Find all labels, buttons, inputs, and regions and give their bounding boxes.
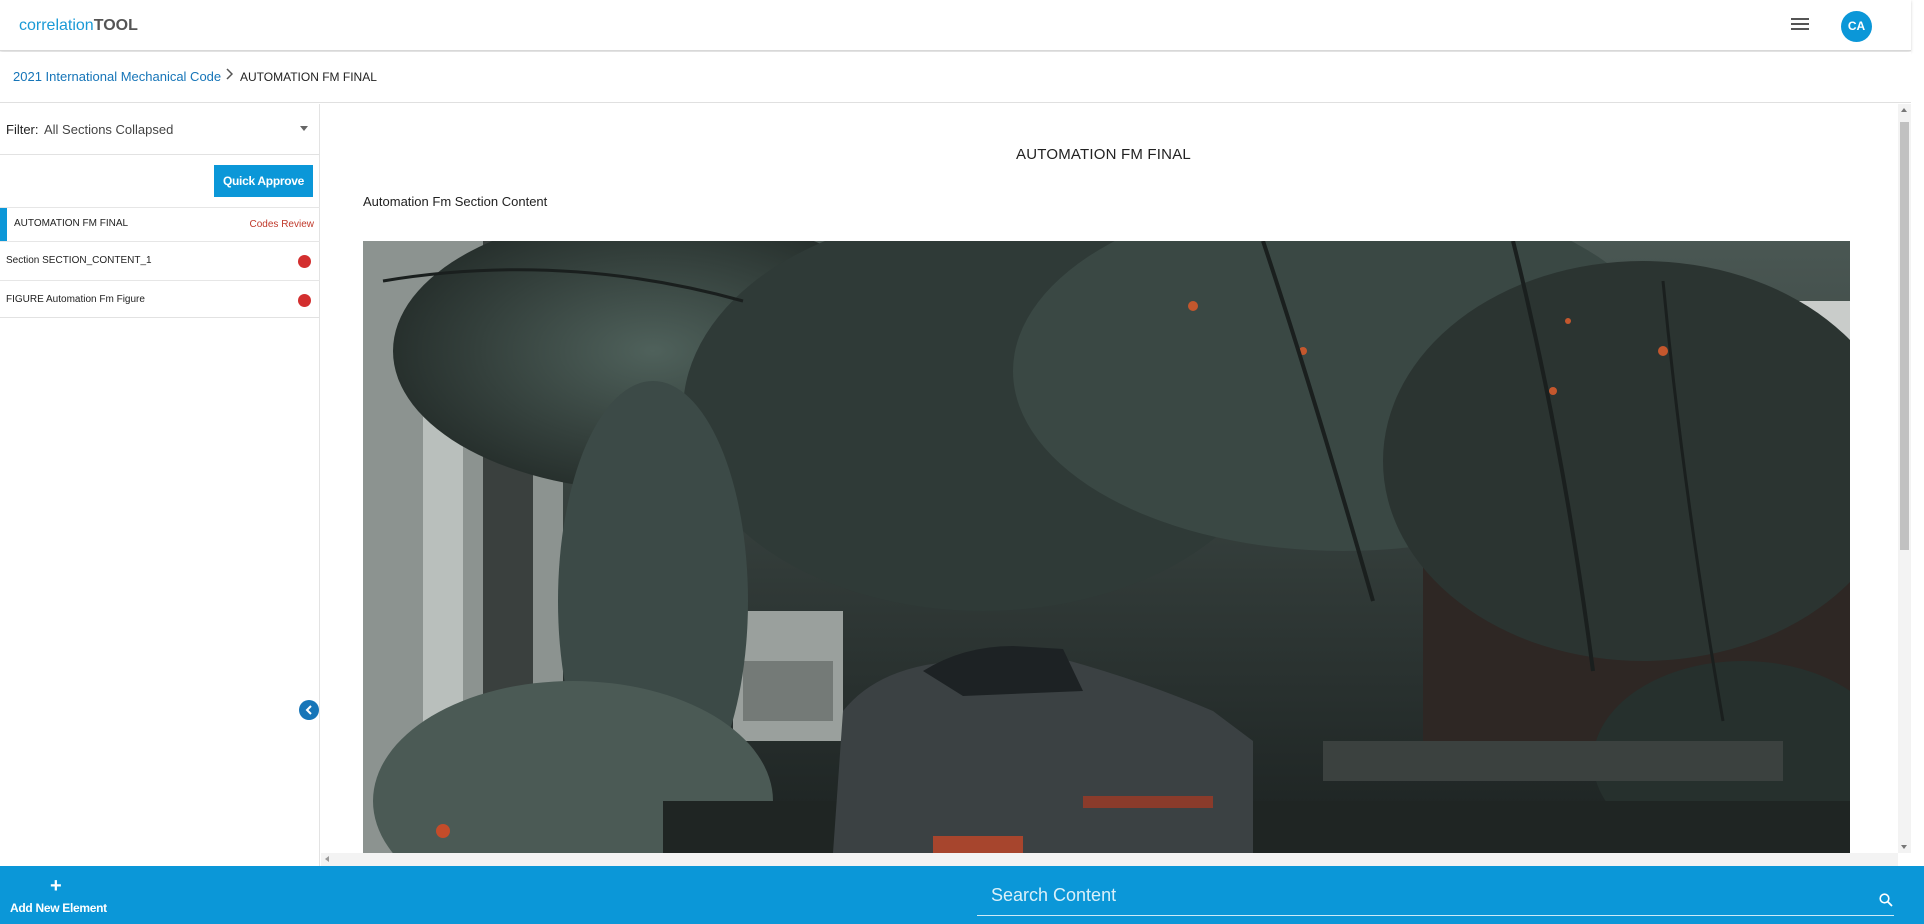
brand-light-text: correlation bbox=[19, 17, 94, 34]
status-badge: Codes Review bbox=[249, 219, 314, 230]
list-item[interactable]: FIGURE Automation Fm Figure bbox=[0, 280, 320, 319]
status-dot-icon bbox=[298, 255, 311, 268]
horizontal-scrollbar[interactable] bbox=[321, 853, 1898, 866]
section-list: Quick Approve AUTOMATION FM FINAL Codes … bbox=[0, 154, 320, 318]
section-content-text: Automation Fm Section Content bbox=[363, 194, 548, 209]
list-item-label: Section SECTION_CONTENT_1 bbox=[6, 255, 152, 266]
search-bar bbox=[977, 876, 1894, 916]
quick-approve-button[interactable]: Quick Approve bbox=[214, 165, 313, 197]
filter-value[interactable]: All Sections Collapsed bbox=[44, 122, 173, 137]
caret-down-icon[interactable] bbox=[300, 126, 308, 131]
brand-bold-text: TOOL bbox=[93, 17, 138, 34]
user-avatar[interactable]: CA bbox=[1841, 11, 1872, 42]
content-area: AUTOMATION FM FINAL Automation Fm Sectio… bbox=[321, 104, 1898, 854]
hamburger-menu-icon[interactable] bbox=[1788, 15, 1812, 35]
chevron-right-icon bbox=[225, 68, 234, 83]
breadcrumb-parent-link[interactable]: 2021 International Mechanical Code bbox=[13, 69, 221, 84]
app-logo[interactable]: correlationTOOL bbox=[19, 17, 138, 35]
bottom-action-bar: + Add New Element bbox=[0, 866, 1924, 924]
breadcrumb-current: AUTOMATION FM FINAL bbox=[240, 70, 377, 84]
figure-image bbox=[363, 241, 1850, 853]
scrollbar-thumb[interactable] bbox=[1900, 122, 1909, 550]
scroll-up-icon[interactable] bbox=[1901, 108, 1907, 112]
section-tree-panel: Filter: All Sections Collapsed Quick App… bbox=[0, 104, 320, 866]
top-app-bar: correlationTOOL CA bbox=[0, 0, 1911, 51]
list-item-root[interactable]: AUTOMATION FM FINAL Codes Review bbox=[0, 207, 320, 241]
list-item-title: AUTOMATION FM FINAL bbox=[14, 218, 129, 229]
list-item[interactable]: Section SECTION_CONTENT_1 bbox=[0, 241, 320, 280]
vertical-scrollbar[interactable] bbox=[1898, 104, 1911, 853]
scroll-down-icon[interactable] bbox=[1901, 845, 1907, 849]
filter-select[interactable]: Filter: All Sections Collapsed bbox=[6, 120, 311, 140]
filter-label: Filter: bbox=[6, 122, 39, 137]
add-new-element-label: Add New Element bbox=[10, 901, 107, 915]
search-input[interactable] bbox=[991, 882, 1851, 908]
scroll-left-icon[interactable] bbox=[325, 856, 329, 862]
status-dot-icon bbox=[298, 294, 311, 307]
active-indicator bbox=[0, 208, 7, 241]
plus-icon: + bbox=[50, 875, 62, 897]
page-title: AUTOMATION FM FINAL bbox=[1016, 146, 1191, 163]
add-new-element-button[interactable]: + Add New Element bbox=[10, 875, 110, 919]
collapse-panel-chevron-left-icon[interactable] bbox=[299, 700, 319, 720]
list-item-label: FIGURE Automation Fm Figure bbox=[6, 294, 145, 305]
search-icon[interactable] bbox=[1879, 893, 1893, 912]
breadcrumb: 2021 International Mechanical Code AUTOM… bbox=[0, 52, 1911, 103]
